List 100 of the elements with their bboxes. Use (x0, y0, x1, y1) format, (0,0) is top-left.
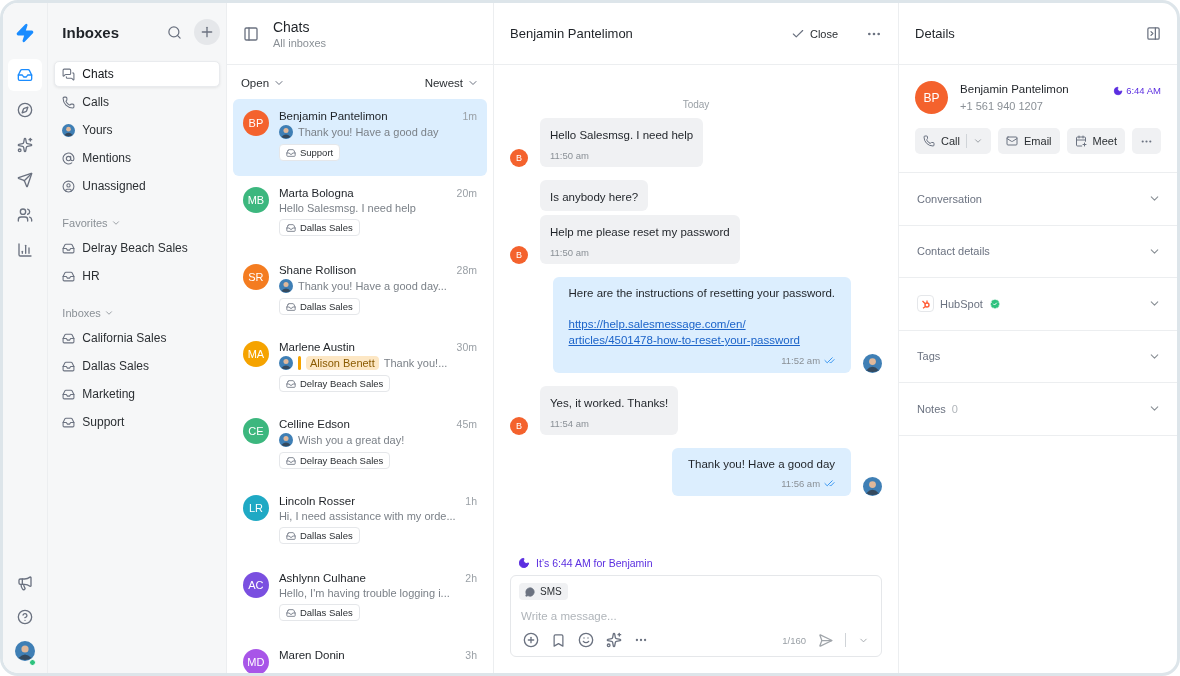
nav-item[interactable]: Chats (54, 61, 220, 87)
user-avatar-icon (62, 123, 76, 137)
action-button[interactable]: Call (915, 128, 991, 154)
chat-time: 45m (456, 418, 477, 430)
phone-number: +1 561 940 1207 (960, 100, 1044, 112)
action-button[interactable]: Meet (1066, 128, 1125, 154)
contact-avatar: LR (242, 495, 269, 521)
contact-avatar: BP (242, 110, 269, 136)
chat-row[interactable]: LR Lincoln Rosser 1h Hi, I need assistance with my orde... Dallas Sales (232, 484, 487, 561)
inbox-item[interactable]: Support (54, 409, 220, 435)
message-text: Hello Salesmsg. I need help (550, 128, 694, 143)
add-button[interactable] (193, 19, 220, 45)
message-link[interactable]: https://help.salesmessage.com/en/articles/4501478-how-to-reset-your-password (568, 315, 836, 350)
section-title[interactable]: HubSpot (940, 297, 983, 310)
chat-row[interactable]: MA Marlene Austin 30m Alison Benett Thank you!... Delray Beach Sales (232, 330, 487, 407)
contact-avatar: BP (915, 81, 949, 114)
contact-avatar: MA (242, 341, 269, 367)
section-count: 0 (951, 402, 958, 415)
contact-name: Benjamin Pantelimon (960, 83, 1069, 95)
message-preview: Hi, I need assistance with my orde... (278, 510, 456, 522)
bookmark-icon[interactable] (551, 632, 566, 648)
chat-row[interactable]: MD Maren Donin 3h (232, 638, 487, 673)
conversation-title: Benjamin Pantelimon (510, 26, 634, 41)
inbox-tag: Dallas Sales (278, 219, 360, 236)
nav-item[interactable]: Calls (54, 89, 220, 115)
chat-row[interactable]: AC Ashlynn Culhane 2h Hello, I'm having trouble logging i... Dallas Sales (232, 561, 487, 638)
message-time: 11:50 am (550, 149, 589, 161)
add-icon[interactable] (523, 632, 539, 648)
inbox-icon (285, 607, 296, 618)
contact-name: Marlene Austin (278, 341, 356, 353)
user-icon (62, 179, 76, 193)
contact-name: Lincoln Rosser (278, 495, 356, 507)
section-title[interactable]: Contact details (917, 245, 990, 258)
emoji-icon[interactable] (578, 632, 594, 648)
nav-item[interactable]: Mentions (54, 145, 220, 171)
nav-item[interactable]: Yours (54, 117, 220, 143)
at-icon (62, 151, 76, 165)
filter-dropdown[interactable]: Open (240, 77, 286, 89)
action-button[interactable]: Email (998, 128, 1060, 154)
close-button[interactable]: Close (790, 26, 839, 41)
message-text: Here are the instructions of resetting your password. (568, 286, 836, 301)
chevron-icon (103, 308, 114, 318)
inbox-tag: Dallas Sales (278, 604, 360, 621)
chat-row[interactable]: SR Shane Rollison 28m Thank you! Have a good day... Dallas Sales (232, 253, 487, 330)
panel-title: Chats (272, 18, 311, 35)
chevron-icon (973, 136, 983, 146)
online-dot (29, 659, 37, 666)
inbox-item[interactable]: Dallas Sales (54, 353, 220, 379)
channel-chip[interactable]: SMS (519, 583, 568, 600)
chat-row[interactable]: BP Benjamin Pantelimon 1m Thank you! Have a good day Support (232, 99, 487, 176)
inbox-icon (285, 222, 296, 233)
rail-button[interactable] (8, 59, 43, 91)
sender-avatar: B (510, 246, 528, 264)
section-title[interactable]: Tags (917, 350, 941, 363)
inbox-tag: Dallas Sales (278, 527, 360, 544)
section-title[interactable]: Conversation (917, 192, 982, 205)
sparkles-icon[interactable] (606, 632, 622, 648)
message-time: 11:50 am (550, 247, 589, 258)
message-preview: Wish you a great day! (297, 434, 405, 446)
character-counter: 1/160 (782, 634, 807, 646)
sidebar-toggle-icon[interactable] (242, 25, 259, 42)
moon-icon (1113, 85, 1124, 96)
message-preview: Hello Salesmsg. I need help (278, 202, 416, 214)
panel-title: Details (915, 26, 955, 41)
inbox-item[interactable]: California Sales (54, 325, 220, 351)
inbox-icon (17, 67, 34, 83)
inbox-icon (62, 331, 76, 345)
message-time: 11:56 am (781, 478, 821, 490)
sort-dropdown[interactable]: Newest (424, 77, 479, 89)
message-preview: Thank you! Have a good day (297, 126, 439, 138)
compass-icon (17, 102, 34, 118)
panel-title: Inboxes (62, 23, 121, 41)
panel-subtitle: All inboxes (272, 36, 327, 49)
moon-icon (518, 557, 530, 569)
chat-time: 1m (462, 110, 477, 122)
chat-row[interactable]: MB Marta Bologna 20m Hello Salesmsg. I need help Dallas Sales (232, 176, 487, 253)
inbox-tag: Dallas Sales (278, 298, 360, 315)
message-preview: Hello, I'm having trouble logging i... (278, 587, 450, 599)
inbox-icon (62, 387, 76, 401)
inbox-tag: Delray Beach Sales (278, 375, 391, 392)
megaphone-icon (17, 575, 34, 591)
inbox-tag: Support (278, 144, 341, 161)
inbox-icon (285, 530, 296, 541)
phone-icon (62, 95, 76, 109)
send-icon[interactable] (818, 632, 834, 648)
contact-name: Benjamin Pantelimon (278, 110, 389, 122)
chat-row[interactable]: CE Celline Edson 45m Wish you a great day! Delray Beach Sales (232, 407, 487, 484)
inbox-item[interactable]: Marketing (54, 381, 220, 407)
phone-icon (923, 135, 936, 147)
nav-item[interactable]: Unassigned (54, 173, 220, 199)
inbox-item[interactable]: HR (54, 263, 220, 289)
message-preview: Thank you! Have a good day... (297, 280, 447, 292)
inbox-icon (62, 269, 76, 283)
calendar-icon (1074, 135, 1087, 147)
collapse-panel-icon[interactable] (1146, 26, 1161, 41)
contact-avatar: CE (242, 418, 269, 444)
send-icon (17, 172, 34, 188)
section-title[interactable]: Notes (917, 402, 946, 415)
inbox-item[interactable]: Delray Beach Sales (54, 235, 220, 261)
chat-time: 28m (456, 264, 477, 276)
